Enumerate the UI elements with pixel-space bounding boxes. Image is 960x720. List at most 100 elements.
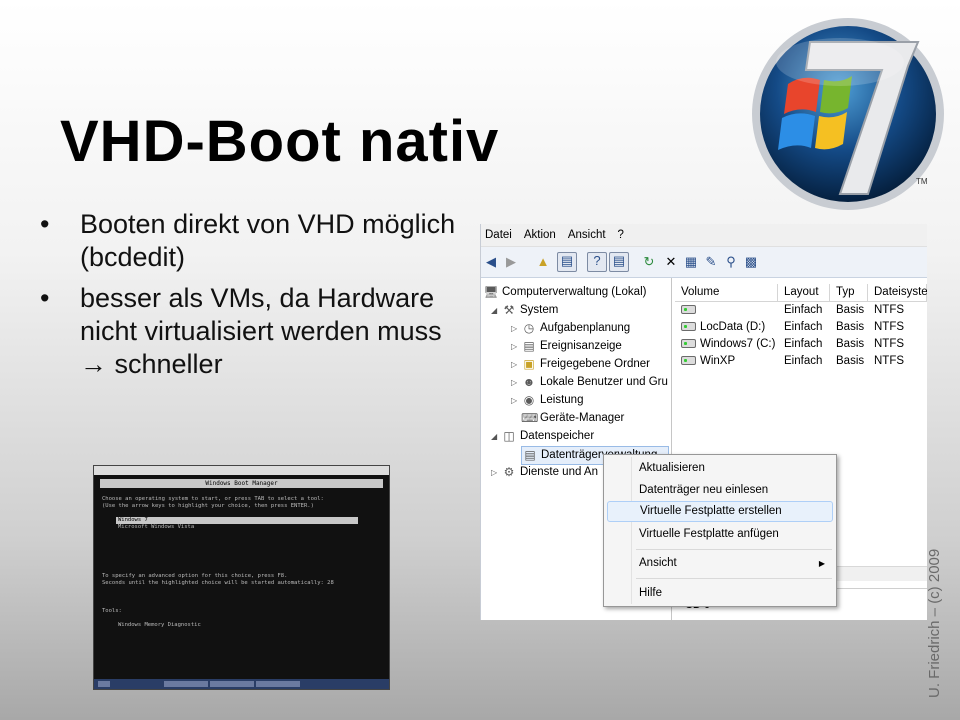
find-icon[interactable]: ⚲ — [723, 254, 739, 270]
volume-row[interactable]: LocData (D:) Einfach Basis NTFS — [675, 319, 927, 336]
boot-os-option-selected[interactable]: Windows 7 — [116, 517, 358, 524]
expand-triangle-icon[interactable]: ▷ — [511, 374, 521, 391]
author-credit: U. Friedrich – (c) 2009 — [926, 548, 943, 698]
delete-icon[interactable]: ✕ — [663, 254, 679, 270]
boot-countdown: Seconds until the highlighted choice wil… — [102, 580, 334, 586]
refresh-icon[interactable]: ↻ — [641, 254, 657, 270]
tree-node-system[interactable]: ◢ ⚒ System — [491, 302, 558, 319]
users-icon: ☻ — [522, 375, 536, 389]
expand-triangle-icon[interactable]: ▷ — [511, 338, 521, 355]
context-menu: Aktualisieren Datenträger neu einlesen V… — [603, 454, 837, 607]
system-tools-icon: ⚒ — [503, 303, 515, 317]
menubar: Datei Aktion Ansicht ? — [481, 224, 927, 247]
menu-aktion[interactable]: Aktion — [524, 229, 556, 241]
menu-item-ansicht[interactable]: Ansicht ▶ — [607, 553, 833, 574]
back-arrow-icon[interactable]: ◀ — [483, 254, 499, 270]
expand-triangle-icon[interactable]: ▷ — [511, 392, 521, 409]
drive-icon — [681, 339, 696, 349]
toolbar: ◀ ▶ ▲ ▤ ? ▤ ↻ ✕ ▦ ✎ ⚲ ▩ — [481, 247, 927, 278]
forward-arrow-icon[interactable]: ▶ — [503, 254, 519, 270]
drive-icon — [681, 322, 696, 332]
disk-management-icon: ▤ — [524, 448, 536, 462]
tree-label: Dienste und An — [520, 466, 599, 478]
boot-instruction: (Use the arrow keys to highlight your ch… — [102, 503, 314, 509]
drive-icon — [681, 305, 696, 315]
menu-item-label: Ansicht — [639, 557, 677, 569]
taskbar-item[interactable] — [164, 681, 208, 687]
tree-label: Aufgabenplanung — [540, 322, 631, 334]
boot-os-option[interactable]: Microsoft Windows Vista — [118, 524, 382, 531]
tree-node-aufgabenplanung[interactable]: ▷ ◷ Aufgabenplanung — [511, 320, 630, 337]
taskbar-item[interactable] — [256, 681, 300, 687]
storage-icon: ◫ — [503, 429, 515, 443]
collapse-triangle-icon[interactable]: ◢ — [491, 428, 501, 445]
device-manager-icon: ⌨ — [521, 411, 539, 425]
menu-item-vhd-anfuegen[interactable]: Virtuelle Festplatte anfügen — [607, 524, 833, 545]
column-dateisystem[interactable]: Dateisyster — [868, 284, 927, 301]
show-tree-icon[interactable]: ▤ — [557, 252, 577, 272]
volume-row[interactable]: Einfach Basis NTFS — [675, 302, 927, 319]
volume-row[interactable]: WinXP Einfach Basis NTFS — [675, 353, 927, 370]
menu-item-vhd-erstellen[interactable]: Virtuelle Festplatte erstellen — [607, 501, 833, 522]
tree-node-leistung[interactable]: ▷ ◉ Leistung — [511, 392, 583, 409]
column-volume[interactable]: Volume — [675, 284, 778, 301]
up-folder-icon[interactable]: ▲ — [535, 254, 551, 270]
tree-label: Datenspeicher — [520, 430, 595, 442]
boot-instruction: Choose an operating system to start, or … — [102, 496, 324, 502]
tree-label: Lokale Benutzer und Gru — [540, 376, 668, 388]
performance-icon: ◉ — [523, 393, 535, 407]
help-icon[interactable]: ? — [587, 252, 607, 272]
taskbar — [94, 679, 389, 689]
column-layout[interactable]: Layout — [778, 284, 830, 301]
expand-triangle-icon[interactable]: ▷ — [511, 320, 521, 337]
collapse-triangle-icon[interactable]: ◢ — [491, 302, 501, 319]
tree-node-computerverwaltung[interactable]: 🖥 Computerverwaltung (Lokal) — [483, 284, 646, 301]
submenu-arrow-icon: ▶ — [818, 559, 825, 568]
menu-item-datentraeger-neu-einlesen[interactable]: Datenträger neu einlesen — [607, 480, 833, 501]
expand-triangle-icon[interactable]: ▷ — [491, 464, 501, 481]
expand-triangle-icon[interactable]: ▷ — [511, 356, 521, 373]
menu-item-hilfe[interactable]: Hilfe — [607, 583, 833, 604]
drive-icon — [681, 356, 696, 366]
boot-manager-content: Choose an operating system to start, or … — [102, 496, 382, 629]
tree-node-dienste[interactable]: ▷ ⚙ Dienste und An — [491, 464, 598, 481]
boot-tools-label: Tools: — [102, 608, 122, 614]
menu-ansicht[interactable]: Ansicht — [568, 229, 606, 241]
tree-node-freigegebene-ordner[interactable]: ▷ ▣ Freigegebene Ordner — [511, 356, 650, 373]
tree-node-geraete-manager[interactable]: ⌨ Geräte-Manager — [511, 410, 624, 427]
boot-tool-option[interactable]: Windows Memory Diagnostic — [118, 622, 382, 629]
edit-icon[interactable]: ✎ — [703, 254, 719, 270]
tree-label: Computerverwaltung (Lokal) — [502, 286, 647, 298]
bullet-dot: • — [40, 283, 50, 313]
settings-icon[interactable]: ▩ — [743, 254, 759, 270]
menu-item-aktualisieren[interactable]: Aktualisieren — [607, 458, 833, 479]
menu-separator — [636, 578, 832, 579]
services-icon: ⚙ — [503, 465, 515, 479]
computer-management-icon: 🖥 — [483, 285, 499, 299]
boot-manager-title: Windows Boot Manager — [100, 479, 383, 488]
bullet-text: besser als VMs, da Hardware nicht virtua… — [80, 283, 442, 379]
tree-node-lokale-benutzer[interactable]: ▷ ☻ Lokale Benutzer und Gru — [511, 374, 668, 391]
event-viewer-icon: ▤ — [523, 339, 535, 353]
boot-advanced-hint: To specify an advanced option for this c… — [102, 573, 288, 579]
properties-icon[interactable]: ▦ — [683, 254, 699, 270]
menu-help[interactable]: ? — [618, 229, 624, 241]
tree-label: Freigegebene Ordner — [540, 358, 650, 370]
tree-node-ereignisanzeige[interactable]: ▷ ▤ Ereignisanzeige — [511, 338, 622, 355]
tree-label: System — [520, 304, 559, 316]
volume-list-header: Volume Layout Typ Dateisyster — [675, 284, 927, 302]
menu-datei[interactable]: Datei — [485, 229, 512, 241]
vm-menubar — [94, 466, 389, 475]
volume-row[interactable]: Windows7 (C:) Einfach Basis NTFS — [675, 336, 927, 353]
slide-title: VHD-Boot nativ — [60, 109, 500, 174]
start-button[interactable] — [98, 681, 110, 687]
windows7-logo-icon: TM — [752, 18, 944, 210]
bullet-item: • Booten direkt von VHD möglich (bcdedit… — [40, 208, 460, 274]
bullet-list: • Booten direkt von VHD möglich (bcdedit… — [40, 208, 460, 389]
tree-node-datenspeicher[interactable]: ◢ ◫ Datenspeicher — [491, 428, 594, 445]
console-icon[interactable]: ▤ — [609, 252, 629, 272]
taskbar-item[interactable] — [210, 681, 254, 687]
tree-label: Ereignisanzeige — [540, 340, 622, 352]
column-typ[interactable]: Typ — [830, 284, 868, 301]
shared-folder-icon: ▣ — [523, 357, 535, 371]
